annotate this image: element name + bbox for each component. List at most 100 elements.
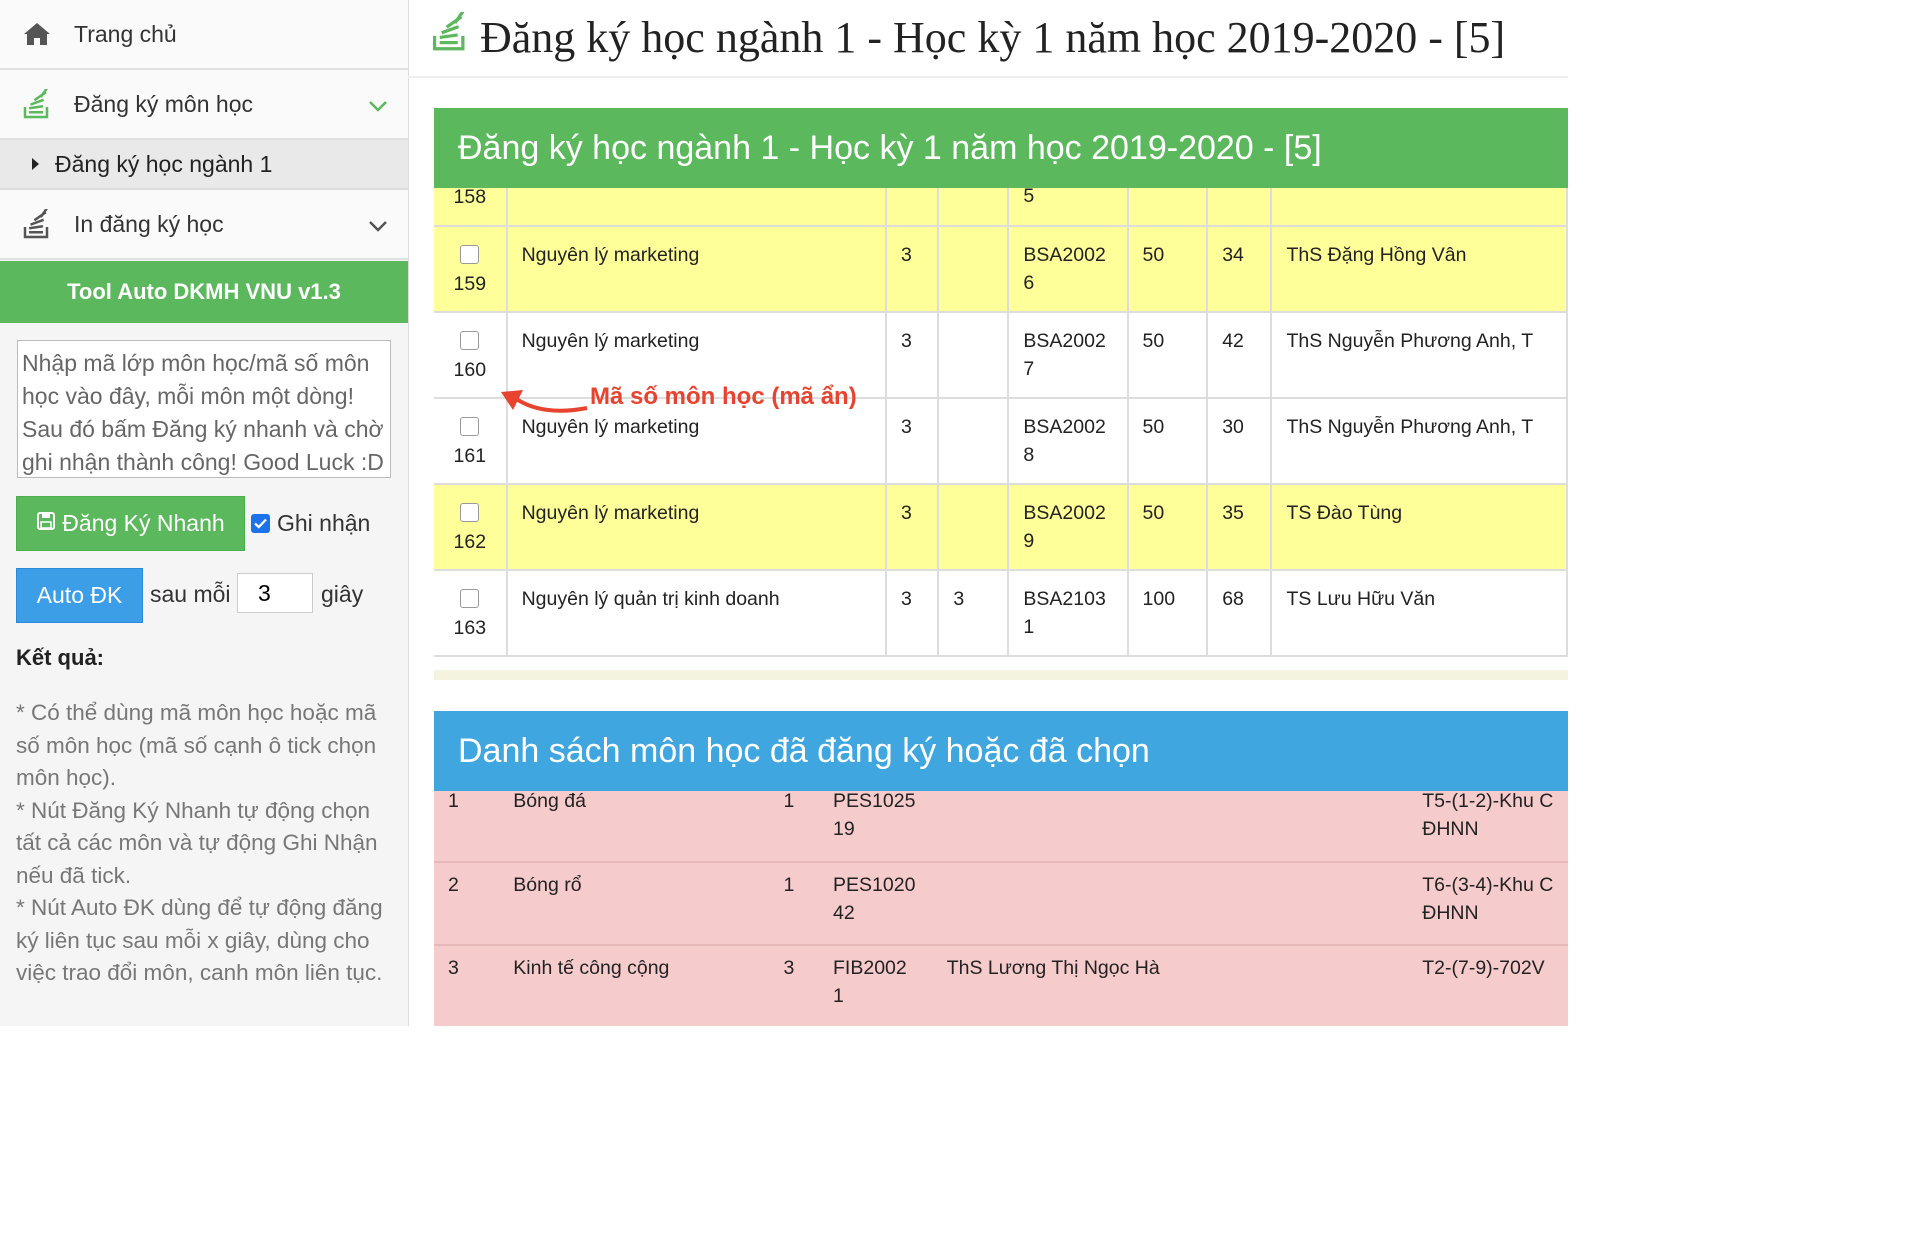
table-row[interactable]: 158 5 [434, 188, 1568, 227]
help-note: * Nút Đăng Ký Nhanh tự động chọn tất cả … [16, 797, 378, 888]
reg-index: 3 [434, 945, 500, 1026]
select-checkbox[interactable] [460, 331, 480, 350]
course-name: Nguyên lý marketing [506, 226, 887, 313]
course-registered: 30 [1207, 398, 1273, 485]
reg-code: PES1025 19 [819, 791, 933, 863]
course-extra [938, 312, 1010, 399]
nav-register-label: Đăng ký môn học [74, 90, 253, 117]
reg-code-line: 42 [833, 902, 855, 924]
course-registered: 68 [1207, 570, 1273, 657]
course-capacity: 50 [1127, 312, 1209, 399]
seconds-input[interactable] [237, 573, 313, 613]
course-extra [938, 188, 1010, 227]
registered-panel-header: Danh sách môn học đã đăng ký hoặc đã chọ… [434, 711, 1568, 791]
record-label: Ghi nhận [277, 510, 371, 536]
nav-home-label: Trang chủ [74, 20, 177, 47]
course-name [506, 188, 887, 227]
course-capacity: 100 [1127, 570, 1209, 657]
table-row: 3 Kinh tế công cộng 3 FIB2002 1 ThS Lương Thị… [434, 945, 1568, 1026]
course-index: 160 [453, 359, 487, 381]
course-code-line: 5 [1023, 188, 1035, 207]
table-row[interactable]: 159 Nguyên lý marketing 3 BSA2002 6 50 34 ThS Đ… [434, 226, 1568, 313]
course-capacity: 50 [1127, 398, 1209, 485]
save-icon [36, 510, 56, 537]
reg-index: 1 [434, 791, 500, 863]
seconds-label: giây [321, 581, 364, 607]
reg-code-line: 1 [833, 985, 844, 1007]
course-code-line: BSA2002 [1023, 244, 1106, 266]
reg-schedule-line: T6-(3-4)-Khu C [1422, 874, 1554, 896]
course-credits: 3 [885, 312, 940, 399]
page-title-text: Đăng ký học ngành 1 - Học kỳ 1 năm học 2… [480, 13, 1506, 62]
reg-schedule-line: ĐHNN [1422, 902, 1479, 924]
tool-title: Tool Auto DKMH VNU v1.3 [0, 261, 408, 323]
reg-schedule-line: ĐHNN [1422, 818, 1479, 840]
course-index: 158 [453, 188, 487, 208]
table-fade [434, 670, 1568, 680]
course-panel-header: Đăng ký học ngành 1 - Học kỳ 1 năm học 2… [434, 108, 1568, 188]
record-checkbox[interactable]: Ghi nhận [251, 510, 370, 537]
hidden-code-annotation: Mã số môn học (mã ẩn) [590, 383, 857, 410]
course-capacity: 50 [1127, 484, 1209, 571]
course-registered: 42 [1207, 312, 1273, 399]
reg-schedule-line: T5-(1-2)-Khu C [1422, 791, 1554, 812]
chevron-down-icon[interactable] [368, 92, 388, 119]
course-teacher: TS Đào Tùng [1271, 484, 1568, 571]
reg-code-line: FIB2002 [833, 957, 907, 979]
reg-name: Bóng rổ [499, 862, 770, 946]
course-credits: 3 [885, 570, 940, 657]
course-code: BSA2002 8 [1008, 398, 1129, 485]
nav-register[interactable]: Đăng ký môn học [0, 70, 408, 140]
reg-code-line: PES1020 [833, 874, 916, 896]
nav-print-label: In đăng ký học [74, 210, 224, 237]
fast-register-button[interactable]: Đăng Ký Nhanh [16, 496, 245, 551]
reg-teacher: ThS Lương Thị Ngọc Hà [932, 945, 1409, 1026]
course-code: 5 [1008, 188, 1129, 227]
select-cell: 161 [434, 398, 508, 485]
select-checkbox[interactable] [460, 589, 480, 608]
chevron-down-icon[interactable] [368, 212, 388, 239]
reg-teacher [932, 862, 1409, 946]
course-teacher: ThS Nguyễn Phương Anh, T [1271, 312, 1568, 399]
course-extra [938, 398, 1010, 485]
nav-register-major-label: Đăng ký học ngành 1 [55, 150, 273, 177]
course-extra [938, 484, 1010, 571]
course-credits: 3 [885, 398, 940, 485]
nav-register-major[interactable]: Đăng ký học ngành 1 [0, 140, 408, 190]
home-icon [22, 19, 52, 49]
course-teacher: ThS Nguyễn Phương Anh, T [1271, 398, 1568, 485]
table-row[interactable]: 162 Nguyên lý marketing 3 BSA2002 9 50 35 TS Đà… [434, 484, 1568, 571]
nav-print[interactable]: In đăng ký học [0, 190, 408, 260]
course-capacity: 50 [1127, 226, 1209, 313]
course-extra [938, 226, 1010, 313]
select-checkbox[interactable] [460, 417, 480, 436]
course-name: Nguyên lý quản trị kinh doanh [506, 570, 887, 657]
course-credits: 3 [885, 226, 940, 313]
course-code-line: 7 [1023, 358, 1035, 380]
reg-schedule: T5-(1-2)-Khu C ĐHNN [1408, 791, 1568, 863]
help-note: * Có thể dùng mã môn học hoặc mã số môn … [16, 700, 377, 790]
course-name: Nguyên lý marketing [506, 484, 887, 571]
table-row: 2 Bóng rổ 1 PES1020 42 T6-(3-4)-Khu C ĐHNN [434, 862, 1568, 946]
sidebar: Trang chủ Đăng ký môn học Đăng ký học ng… [0, 0, 409, 1026]
course-extra: 3 [938, 570, 1010, 657]
course-table: 158 5 159 Nguyên lý marketing 3 BSA2002 6 50 34 T… [434, 188, 1568, 678]
page-title: Đăng ký học ngành 1 - Học kỳ 1 năm học 2… [432, 9, 1506, 63]
auto-register-button[interactable]: Auto ĐK [16, 568, 143, 623]
course-code-line: BSA2002 [1023, 330, 1106, 352]
select-cell: 160 [434, 312, 508, 399]
select-checkbox[interactable] [460, 245, 480, 264]
course-codes-input[interactable] [17, 340, 391, 478]
course-teacher [1271, 188, 1568, 227]
check-icon[interactable] [251, 514, 270, 533]
table-row[interactable]: 163 Nguyên lý quản trị kinh doanh 3 3 BSA210… [434, 570, 1568, 657]
course-code: BSA2103 1 [1008, 570, 1129, 657]
course-code-line: 8 [1023, 444, 1035, 466]
reg-teacher [932, 791, 1409, 863]
annotation-arrow-icon [501, 390, 588, 413]
select-checkbox[interactable] [460, 503, 480, 522]
reg-name: Bóng đá [499, 791, 770, 863]
nav-home[interactable]: Trang chủ [0, 0, 408, 70]
reg-code: PES1020 42 [819, 862, 933, 946]
course-code: BSA2002 6 [1008, 226, 1129, 313]
